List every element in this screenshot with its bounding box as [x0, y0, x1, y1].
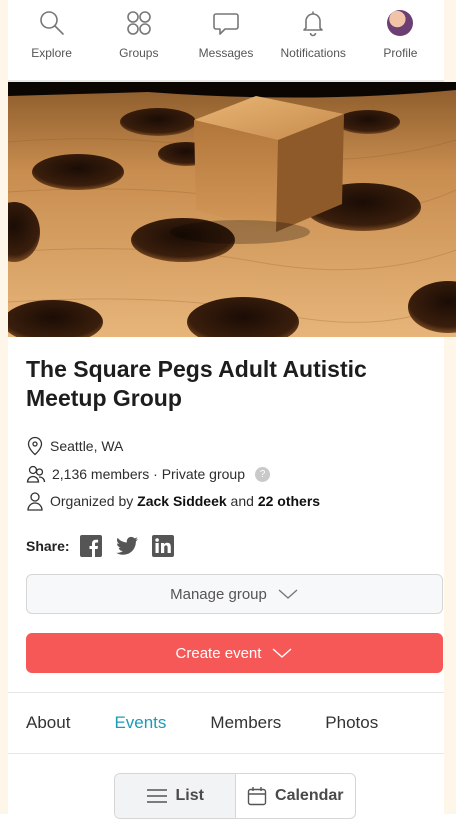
group-tabs: About Events Members Photos: [8, 692, 444, 754]
nav-label-notifications: Notifications: [280, 46, 346, 60]
avatar: [387, 10, 414, 36]
tab-members[interactable]: Members: [210, 713, 281, 733]
group-cover-image: [8, 82, 456, 337]
tab-about[interactable]: About: [26, 713, 70, 733]
group-title: The Square Pegs Adult Autistic Meetup Gr…: [26, 356, 367, 411]
calendar-icon: [247, 787, 267, 806]
tab-photos[interactable]: Photos: [325, 713, 378, 733]
nav-label-profile: Profile: [383, 46, 418, 60]
message-icon: [211, 8, 241, 38]
groups-icon: [124, 8, 154, 38]
page-margin-left: [0, 0, 8, 814]
list-icon: [146, 789, 167, 803]
nav-profile[interactable]: Profile: [357, 0, 444, 80]
organizer-link[interactable]: Zack Siddeek: [137, 493, 227, 509]
linkedin-icon[interactable]: [151, 535, 174, 557]
members-text: 2,136 members · Private group: [52, 466, 245, 482]
share-label: Share:: [26, 538, 70, 554]
nav-label-explore: Explore: [31, 46, 72, 60]
avatar-wrap: [385, 8, 415, 38]
organized-by-label: Organized by: [50, 493, 138, 509]
bell-icon: [298, 8, 328, 38]
nav-messages[interactable]: Messages: [182, 0, 269, 80]
chevron-down-icon: [272, 648, 292, 658]
search-icon: [37, 8, 67, 38]
manage-group-button[interactable]: Manage group: [26, 574, 443, 614]
twitter-icon[interactable]: [115, 535, 138, 557]
location-text: Seattle, WA: [50, 438, 124, 454]
nav-label-messages: Messages: [198, 46, 254, 60]
nav-notifications[interactable]: Notifications: [270, 0, 357, 80]
list-view-button[interactable]: List: [115, 774, 236, 818]
list-view-label: List: [175, 787, 204, 804]
organized-and: and: [226, 493, 258, 509]
nav-groups[interactable]: Groups: [95, 0, 182, 80]
tab-events[interactable]: Events: [114, 713, 166, 733]
person-icon: [27, 492, 43, 511]
top-nav: Explore Groups Messages Notifications Pr…: [8, 0, 444, 82]
calendar-view-label: Calendar: [275, 787, 344, 804]
chevron-down-icon: [278, 589, 298, 599]
members-icon: [26, 465, 46, 483]
share-row: Share:: [26, 535, 188, 557]
other-organizers-link[interactable]: 22 others: [258, 493, 320, 509]
calendar-view-button[interactable]: Calendar: [236, 774, 356, 818]
group-location: Seattle, WA: [26, 436, 123, 456]
manage-group-label: Manage group: [170, 585, 267, 603]
create-event-label: Create event: [175, 644, 262, 662]
create-event-button[interactable]: Create event: [26, 633, 443, 673]
location-pin-icon: [27, 436, 43, 456]
nav-explore[interactable]: Explore: [8, 0, 95, 80]
group-organizers: Organized by Zack Siddeek and 22 others: [26, 491, 320, 511]
group-members: 2,136 members · Private group ?: [26, 464, 270, 484]
view-toggle: List Calendar: [114, 773, 356, 819]
facebook-icon[interactable]: [79, 535, 102, 557]
nav-label-groups: Groups: [119, 46, 159, 60]
help-icon[interactable]: ?: [254, 466, 270, 482]
